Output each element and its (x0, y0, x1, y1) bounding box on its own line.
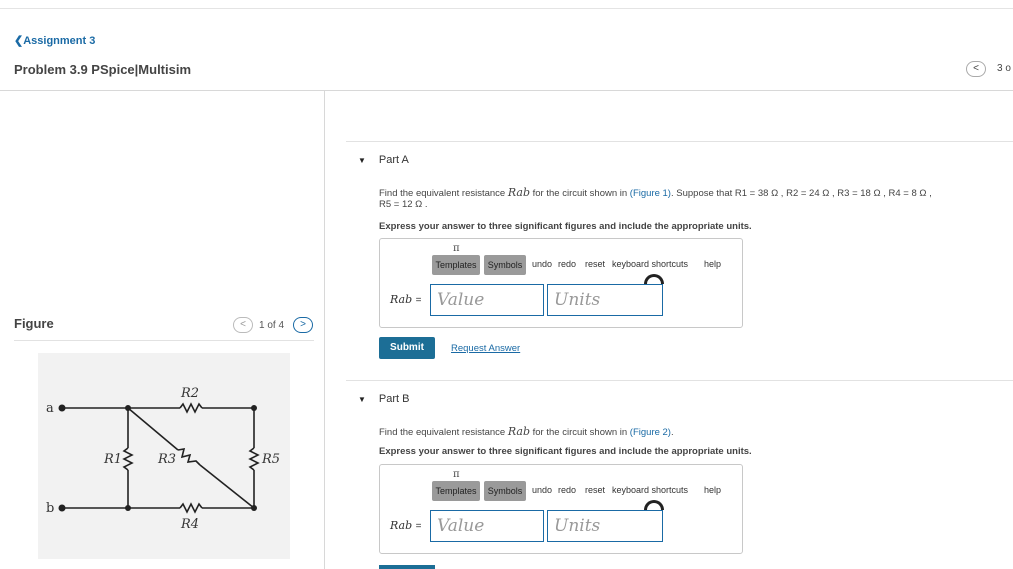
rab-symbol: Rab (507, 425, 530, 438)
resistor-r4 (179, 502, 203, 514)
circuit-diagram: a b R2 R1 R3 R5 R4 (46, 386, 280, 532)
units-input[interactable]: Units (547, 284, 663, 316)
label-r3: R3 (157, 452, 176, 467)
collapse-triangle-icon[interactable]: ▼ (358, 395, 366, 404)
question-text: . (670, 427, 674, 438)
part-b-question: Find the equivalent resistance Rab for t… (379, 426, 1013, 438)
undo-button[interactable]: undo (532, 259, 552, 269)
part-b-answer-box: π Templates Symbols undo redo reset keyb… (379, 464, 743, 554)
symbols-button[interactable]: Symbols (484, 481, 526, 501)
resistor-r2 (179, 402, 203, 414)
part-b-submit-button[interactable] (379, 565, 435, 569)
templates-button[interactable]: Templates (432, 255, 480, 275)
help-button[interactable]: help (704, 259, 721, 269)
node-top-right (251, 405, 257, 411)
circuit-figure: a b R2 R1 R3 R5 R4 (38, 353, 290, 559)
value-input[interactable]: Value (430, 284, 544, 316)
request-answer-link[interactable]: Request Answer (451, 343, 520, 354)
redo-button[interactable]: redo (558, 485, 576, 495)
terminal-b (58, 504, 66, 512)
part-b-instruction: Express your answer to three significant… (379, 446, 752, 457)
part-a-divider (346, 141, 1013, 142)
value-input[interactable]: Value (430, 510, 544, 542)
problem-title: Problem 3.9 PSpice|Multisim (14, 62, 192, 77)
part-b-header[interactable]: ▼ Part B (358, 393, 410, 405)
part-a-answer-box: π Templates Symbols undo redo reset keyb… (379, 238, 743, 328)
node-bottom-left (125, 505, 131, 511)
collapse-triangle-icon[interactable]: ▼ (358, 156, 366, 165)
figure-prev-button[interactable]: < (233, 317, 253, 333)
help-button[interactable]: help (704, 485, 721, 495)
label-r5: R5 (261, 452, 280, 467)
pi-icon: π (453, 469, 460, 480)
keyboard-arc-icon (644, 500, 664, 510)
wire-r3-start (127, 407, 179, 451)
equals-sign: = (415, 521, 422, 532)
header-divider (0, 90, 1013, 91)
question-text: Find the equivalent resistance (379, 188, 508, 199)
question-text: for the circuit shown in (530, 188, 630, 199)
rab-label: Rab = (390, 293, 421, 306)
reset-button[interactable]: reset (585, 485, 605, 495)
keyboard-arc-icon (644, 274, 664, 284)
part-a-question: Find the equivalent resistance Rab for t… (379, 187, 1013, 210)
label-a: a (46, 401, 54, 416)
undo-button[interactable]: undo (532, 485, 552, 495)
node-top-left (125, 405, 131, 411)
figure-2-link[interactable]: (Figure 2) (630, 427, 671, 438)
question-text: for the circuit shown in (530, 427, 630, 438)
reset-button[interactable]: reset (585, 259, 605, 269)
figure-label: Figure (14, 316, 54, 331)
submit-button[interactable]: Submit (379, 337, 435, 359)
figure-divider (14, 340, 314, 341)
part-a-instruction: Express your answer to three significant… (379, 221, 752, 232)
equals-sign: = (415, 295, 422, 306)
question-text-line2: R5 = 12 Ω . (379, 199, 428, 210)
assignment-back-link[interactable]: ❮Assignment 3 (14, 34, 95, 47)
part-a-header[interactable]: ▼ Part A (358, 154, 409, 166)
keyboard-shortcuts-button[interactable]: keyboard shortcuts (612, 485, 688, 495)
question-text: Find the equivalent resistance (379, 427, 508, 438)
resistor-r3 (177, 448, 201, 466)
rab-text: Rab (390, 519, 413, 532)
templates-button[interactable]: Templates (432, 481, 480, 501)
figure-count: 1 of 4 (259, 320, 285, 331)
symbols-button[interactable]: Symbols (484, 255, 526, 275)
units-input[interactable]: Units (547, 510, 663, 542)
part-b-divider (346, 380, 1013, 381)
rab-label: Rab = (390, 519, 421, 532)
wire-r3-end (199, 464, 255, 509)
node-bottom-right (251, 505, 257, 511)
label-b: b (46, 501, 54, 516)
part-a-title: Part A (378, 154, 409, 166)
panel-divider (324, 91, 325, 569)
rab-text: Rab (390, 293, 413, 306)
pi-icon: π (453, 243, 460, 254)
top-rule (0, 8, 1013, 9)
keyboard-shortcuts-button[interactable]: keyboard shortcuts (612, 259, 688, 269)
terminal-a (58, 404, 66, 412)
problem-prev-button[interactable]: < (966, 61, 986, 77)
figure-1-link[interactable]: (Figure 1) (630, 188, 671, 199)
problem-count: 3 o (997, 63, 1011, 74)
label-r4: R4 (180, 517, 199, 532)
label-r2: R2 (180, 386, 199, 401)
resistor-r5 (248, 447, 260, 471)
figure-next-button[interactable]: > (293, 317, 313, 333)
redo-button[interactable]: redo (558, 259, 576, 269)
part-b-title: Part B (378, 393, 410, 405)
question-text: . Suppose that R1 = 38 Ω , R2 = 24 Ω , R… (670, 188, 932, 199)
label-r1: R1 (103, 452, 122, 467)
rab-symbol: Rab (507, 186, 530, 199)
resistor-r1 (122, 447, 134, 471)
